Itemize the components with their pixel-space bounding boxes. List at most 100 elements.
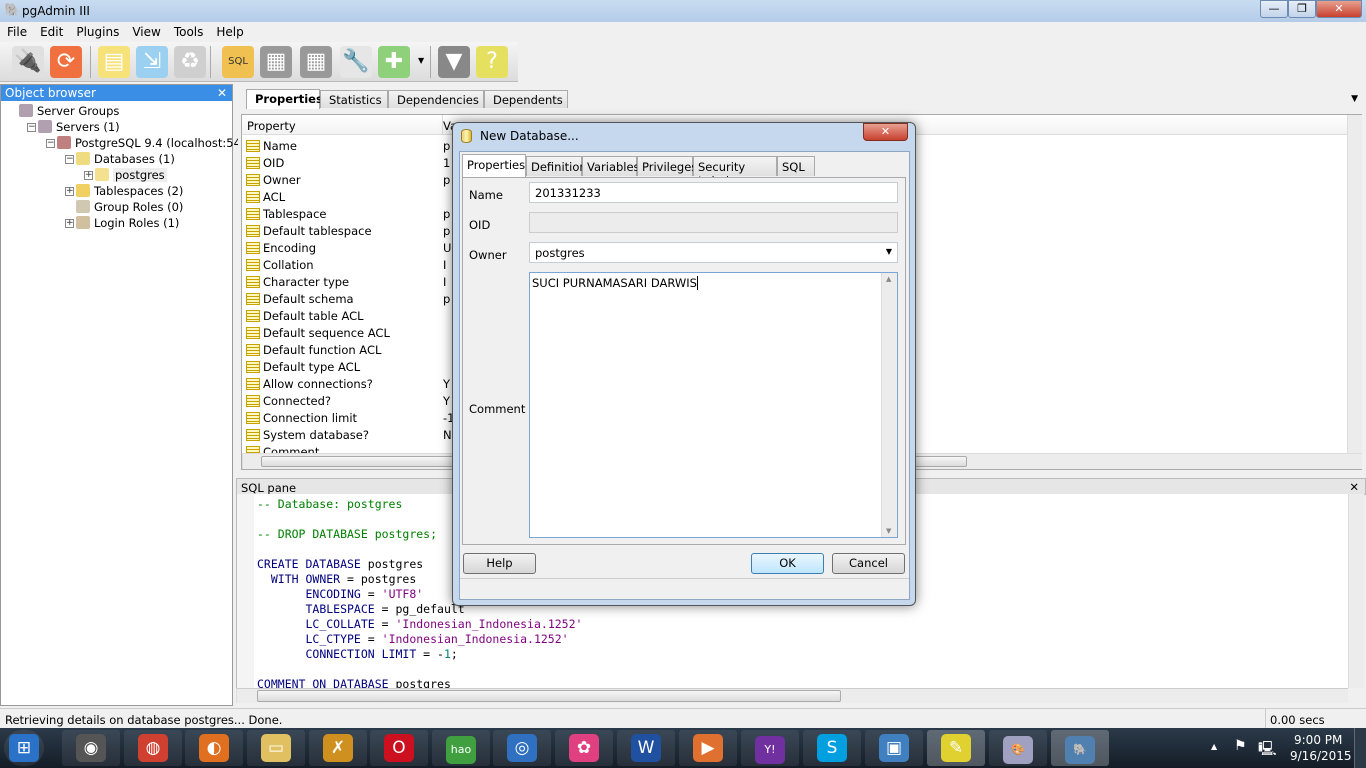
property-row[interactable]: Owner p bbox=[246, 172, 450, 189]
dialog-tab-properties[interactable]: Properties bbox=[462, 154, 526, 177]
name-input[interactable]: 201331233 bbox=[529, 182, 898, 203]
tab-dependents[interactable]: Dependents bbox=[484, 90, 568, 108]
properties-button[interactable]: ▤ bbox=[98, 46, 130, 78]
tree-item[interactable]: Login Roles (1) bbox=[76, 215, 179, 231]
property-row[interactable]: Encoding U bbox=[246, 240, 451, 257]
comment-textarea[interactable]: SUCI PURNAMASARI DARWIS​ ▲ ▼ bbox=[529, 272, 898, 538]
hint-button[interactable]: ▼ bbox=[438, 46, 470, 78]
property-row[interactable]: Tablespace p bbox=[246, 206, 450, 223]
taskbar-app-media-app[interactable]: ◉ bbox=[62, 730, 120, 766]
column-header-property[interactable]: Property bbox=[247, 119, 296, 133]
show-hidden-icons-button[interactable]: ▲ bbox=[1211, 742, 1217, 751]
menu-help[interactable]: Help bbox=[209, 22, 249, 39]
menu-view[interactable]: View bbox=[125, 22, 166, 39]
plugins-puzzle-button[interactable]: ✚ bbox=[378, 46, 410, 78]
property-row[interactable]: Collation I bbox=[246, 257, 446, 274]
close-icon[interactable]: ✕ bbox=[217, 85, 227, 101]
menu-file[interactable]: File bbox=[0, 22, 33, 39]
tree-item[interactable]: Group Roles (0) bbox=[76, 199, 183, 215]
taskbar-app-browser-app[interactable]: ◎ bbox=[493, 730, 551, 766]
dialog-tab-privileges[interactable]: Privileges bbox=[637, 156, 697, 176]
collapse-icon[interactable]: − bbox=[27, 123, 36, 132]
show-desktop-button[interactable] bbox=[1354, 728, 1366, 768]
clock-date[interactable]: 9/16/2015 bbox=[1290, 749, 1352, 763]
expand-icon[interactable]: + bbox=[65, 219, 74, 228]
menu-plugins[interactable]: Plugins bbox=[69, 22, 125, 39]
tab-statistics[interactable]: Statistics bbox=[320, 90, 388, 108]
property-row[interactable]: Connected? Y bbox=[246, 393, 450, 410]
property-row[interactable]: Name p bbox=[246, 138, 450, 155]
taskbar-app-firefox[interactable]: ◐ bbox=[185, 730, 243, 766]
taskbar-app-paint-program[interactable]: ✎ bbox=[927, 730, 985, 766]
dialog-tab-definition[interactable]: Definition bbox=[526, 156, 587, 176]
property-row[interactable]: Character type I bbox=[246, 274, 446, 291]
start-button[interactable]: ⊞ bbox=[4, 730, 44, 766]
owner-select[interactable]: postgres ▼ bbox=[529, 242, 898, 263]
tree-item[interactable]: Databases (1) bbox=[76, 151, 175, 167]
sql-horizontal-scrollbar[interactable] bbox=[236, 688, 1348, 703]
property-row[interactable]: Default schema p bbox=[246, 291, 450, 308]
expand-icon[interactable]: + bbox=[65, 187, 74, 196]
clock-time[interactable]: 9:00 PM bbox=[1294, 733, 1342, 747]
tab-dependencies[interactable]: Dependencies bbox=[388, 90, 484, 108]
cancel-button[interactable]: Cancel bbox=[832, 553, 905, 574]
ok-button[interactable]: OK bbox=[751, 553, 824, 574]
dialog-tab-security-labels[interactable]: Security Labels bbox=[693, 156, 777, 188]
drop-trash-button[interactable]: ♻ bbox=[174, 46, 206, 78]
maximize-button[interactable]: ❐ bbox=[1288, 0, 1316, 18]
tree-item[interactable]: postgres bbox=[95, 167, 167, 183]
vertical-scrollbar[interactable] bbox=[1347, 115, 1362, 453]
tab-menu-dropdown-icon[interactable]: ▼ bbox=[1351, 94, 1358, 104]
expand-icon[interactable]: + bbox=[84, 171, 93, 180]
taskbar-app-tools-app[interactable]: ✗ bbox=[309, 730, 367, 766]
action-center-flag-icon[interactable]: ⚑ bbox=[1234, 738, 1247, 754]
comment-scrollbar[interactable]: ▲ ▼ bbox=[881, 273, 897, 537]
plugins-dropdown-icon[interactable]: ▼ bbox=[418, 56, 424, 65]
taskbar-app-control-panel[interactable]: ▣ bbox=[865, 730, 923, 766]
scroll-up-icon[interactable]: ▲ bbox=[886, 275, 891, 283]
property-row[interactable]: System database? N bbox=[246, 427, 452, 444]
property-row[interactable]: ACL bbox=[246, 189, 285, 206]
taskbar-app-hao123[interactable]: hao bbox=[432, 730, 490, 766]
collapse-icon[interactable]: − bbox=[46, 139, 55, 148]
taskbar-app-paint[interactable]: 🎨 bbox=[989, 730, 1047, 766]
tree-item[interactable]: Servers (1) bbox=[38, 119, 120, 135]
menu-edit[interactable]: Edit bbox=[33, 22, 69, 39]
property-row[interactable]: OID 1 bbox=[246, 155, 450, 172]
help-question-button[interactable]: ? bbox=[476, 46, 508, 78]
taskbar-app-video-app[interactable]: ▶ bbox=[679, 730, 737, 766]
taskbar-app-chrome[interactable]: ◍ bbox=[124, 730, 182, 766]
minimize-button[interactable]: — bbox=[1260, 0, 1288, 18]
property-row[interactable]: Default type ACL bbox=[246, 359, 360, 376]
sql-query-button[interactable]: SQL bbox=[222, 46, 254, 78]
dialog-close-button[interactable]: ✕ bbox=[863, 123, 908, 141]
tree-item[interactable]: Server Groups bbox=[19, 103, 119, 119]
close-button[interactable]: ✕ bbox=[1316, 0, 1362, 18]
scroll-down-icon[interactable]: ▼ bbox=[886, 527, 891, 535]
scrollbar-thumb[interactable] bbox=[257, 690, 841, 702]
taskbar-app-picasa[interactable]: ✿ bbox=[555, 730, 613, 766]
filtered-data-button[interactable]: ▦ bbox=[300, 46, 332, 78]
tree-item[interactable]: Tablespaces (2) bbox=[76, 183, 183, 199]
refresh-button[interactable]: ⟳ bbox=[50, 46, 82, 78]
view-data-button[interactable]: ▦ bbox=[260, 46, 292, 78]
dialog-tab-sql[interactable]: SQL bbox=[777, 156, 815, 176]
property-row[interactable]: Default function ACL bbox=[246, 342, 381, 359]
collapse-icon[interactable]: − bbox=[65, 155, 74, 164]
network-icon[interactable]: 🖳 bbox=[1258, 738, 1277, 762]
sql-vertical-scrollbar[interactable] bbox=[1348, 494, 1364, 688]
create-object-button[interactable]: ⇲ bbox=[136, 46, 168, 78]
maintenance-wrench-button[interactable]: 🔧 bbox=[340, 46, 372, 78]
taskbar-app-pgadmin[interactable]: 🐘 bbox=[1051, 730, 1109, 766]
property-row[interactable]: Connection limit -1 bbox=[246, 410, 454, 427]
close-icon[interactable]: ✕ bbox=[1349, 480, 1359, 494]
property-row[interactable]: Default sequence ACL bbox=[246, 325, 390, 342]
taskbar-app-yahoo-messenger[interactable]: Y! bbox=[741, 730, 799, 766]
tree-item[interactable]: PostgreSQL 9.4 (localhost:5432) bbox=[57, 135, 260, 151]
taskbar-app-word[interactable]: W bbox=[617, 730, 675, 766]
property-row[interactable]: Allow connections? Y bbox=[246, 376, 450, 393]
property-row[interactable]: Default tablespace p bbox=[246, 223, 450, 240]
menu-tools[interactable]: Tools bbox=[167, 22, 210, 39]
property-row[interactable]: Default table ACL bbox=[246, 308, 364, 325]
taskbar-app-explorer[interactable]: ▭ bbox=[247, 730, 305, 766]
